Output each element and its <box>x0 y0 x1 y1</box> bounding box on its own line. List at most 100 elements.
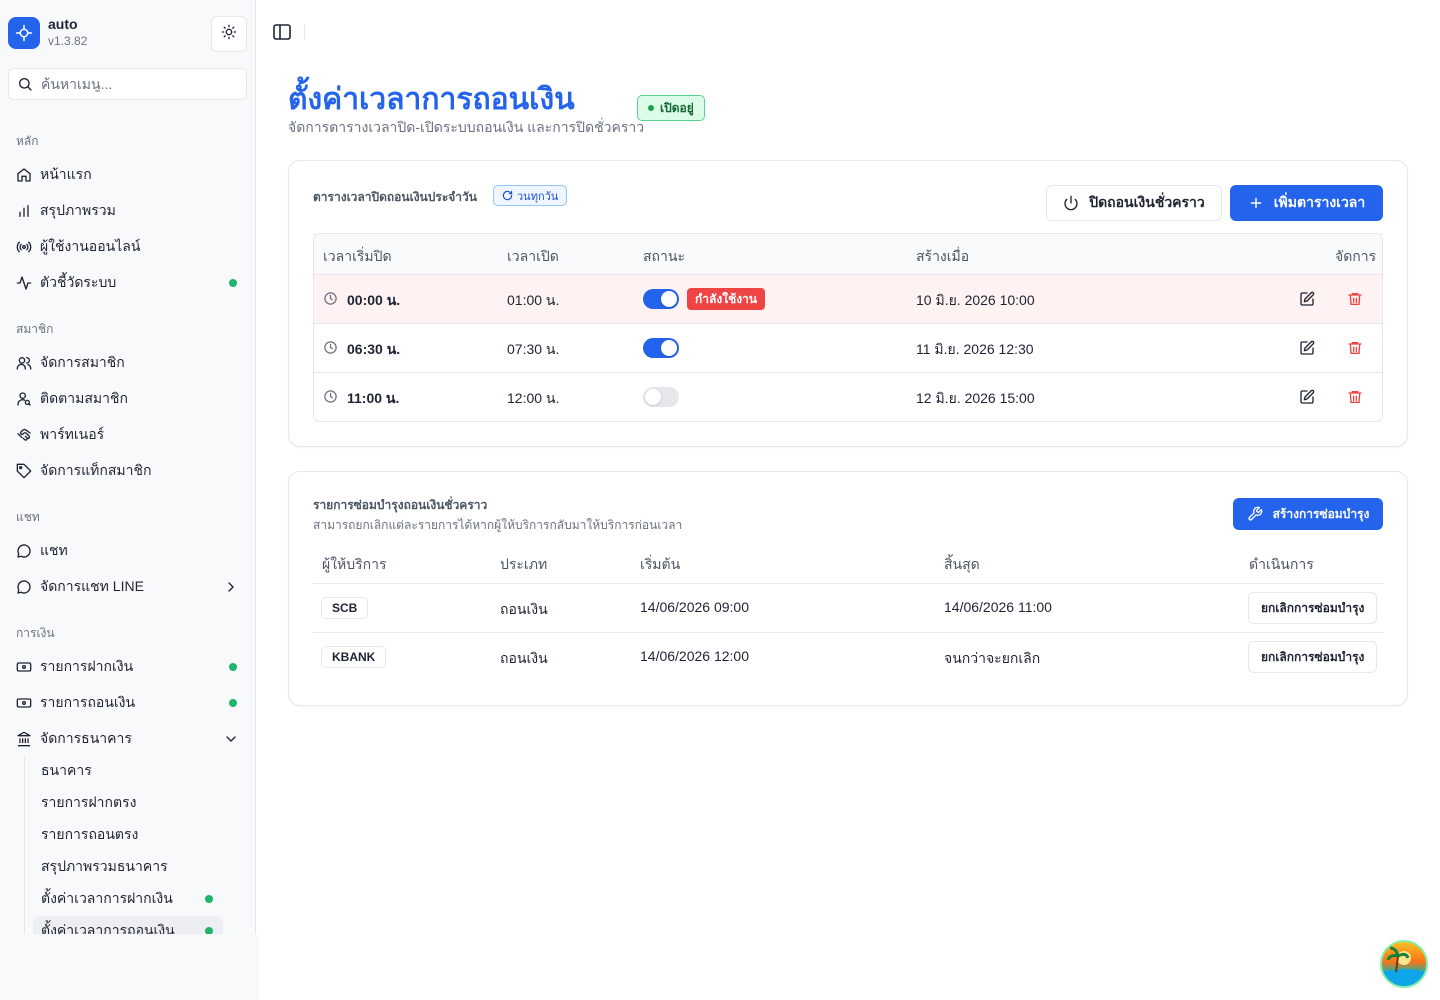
banknote-icon <box>16 659 32 675</box>
sidebar-item-label: รายการฝากเงิน <box>40 658 134 674</box>
radio-icon <box>16 239 32 255</box>
add-schedule-button[interactable]: เพิ่มตารางเวลา <box>1230 185 1383 221</box>
chevron-down-icon <box>223 731 239 747</box>
trash-icon[interactable] <box>1345 387 1365 407</box>
trash-icon[interactable] <box>1345 289 1365 309</box>
column-header: สถานะ <box>643 248 685 264</box>
schedule-card: ตารางเวลาปิดถอนเงินประจำวัน วนทุกวัน ปิด… <box>288 160 1408 447</box>
sidebar-item-line-chat[interactable]: จัดการแชท LINE <box>8 571 247 603</box>
sidebar-item-label: ตัวชี้วัดระบบ <box>40 274 117 290</box>
column-header: จัดการ <box>1335 248 1377 264</box>
sidebar-item-manage-banks[interactable]: จัดการธนาคาร <box>8 723 247 755</box>
clock-icon <box>323 291 338 309</box>
refresh-icon <box>502 190 513 201</box>
schedule-toggle[interactable] <box>643 289 679 309</box>
edit-icon[interactable] <box>1297 338 1317 358</box>
create-maintenance-label: สร้างการซ่อมบำรุง <box>1272 506 1370 521</box>
sidebar-subitem-label: รายการฝากตรง <box>41 794 137 810</box>
landmark-icon <box>16 731 32 747</box>
sidebar-subitem-bank-overview[interactable]: สรุปภาพรวมธนาคาร <box>33 852 223 882</box>
maintenance-card: รายการซ่อมบำรุงถอนเงินชั่วคราว สามารถยกเ… <box>288 471 1408 706</box>
sidebar-item-manage-members[interactable]: จัดการสมาชิก <box>8 347 247 379</box>
sidebar-item-track-members[interactable]: ติดตามสมาชิก <box>8 383 247 415</box>
clock-icon <box>323 389 338 407</box>
maintenance-type: ถอนเงิน <box>500 650 548 666</box>
sidebar-item-label: ผู้ใช้งานออนไลน์ <box>40 238 141 254</box>
sidebar-item-system-metrics[interactable]: ตัวชี้วัดระบบ <box>8 267 247 299</box>
cancel-maintenance-button[interactable]: ยกเลิกการซ่อมบำรุง <box>1248 641 1378 673</box>
sidebar-item-label: ติดตามสมาชิก <box>40 390 128 406</box>
sidebar-item-overview[interactable]: สรุปภาพรวม <box>8 195 247 227</box>
tag-icon <box>16 463 32 479</box>
schedule-table: เวลาเริ่มปิด เวลาเปิด สถานะ สร้างเมื่อ จ… <box>313 233 1383 422</box>
created-at: 10 มิ.ย. 2026 10:00 <box>916 292 1035 308</box>
sidebar-item-label: จัดการแท็กสมาชิก <box>40 462 152 478</box>
column-header: เวลาเปิด <box>507 248 559 264</box>
cancel-maintenance-button[interactable]: ยกเลิกการซ่อมบำรุง <box>1248 592 1378 624</box>
sidebar-item-label: แชท <box>40 542 68 558</box>
provider-chip: KBANK <box>321 646 387 668</box>
schedule-toggle[interactable] <box>643 338 679 358</box>
power-icon <box>1063 195 1079 211</box>
create-maintenance-button[interactable]: สร้างการซ่อมบำรุง <box>1233 498 1383 530</box>
theme-toggle-button[interactable] <box>211 16 247 52</box>
provider-chip: SCB <box>321 597 369 619</box>
app-version: v1.3.82 <box>48 34 88 48</box>
sidebar-item-member-tags[interactable]: จัดการแท็กสมาชิก <box>8 455 247 487</box>
nav-group-label-finance: การเงิน <box>16 626 55 640</box>
add-schedule-label: เพิ่มตารางเวลา <box>1273 194 1366 210</box>
table-row: SCB ถอนเงิน 14/06/2026 09:00 14/06/2026 … <box>313 584 1383 633</box>
sidebar-item-label: จัดการสมาชิก <box>40 354 125 370</box>
sidebar-item-label: หน้าแรก <box>40 166 92 182</box>
sidebar-subitem-deposit-time[interactable]: ตั้งค่าเวลาการฝากเงิน <box>33 884 223 914</box>
temp-close-button[interactable]: ปิดถอนเงินชั่วคราว <box>1046 185 1222 221</box>
schedule-toggle[interactable] <box>643 387 679 407</box>
menu-search-input[interactable] <box>41 76 231 92</box>
end-time: 07:30 น. <box>507 341 560 357</box>
edit-icon[interactable] <box>1297 289 1317 309</box>
end-time: 01:00 น. <box>507 292 560 308</box>
users-icon <box>16 355 32 371</box>
start-time: 00:00 น. <box>347 292 401 308</box>
sidebar-subitem-banks[interactable]: ธนาคาร <box>33 756 223 786</box>
sidebar-item-label: สรุปภาพรวม <box>40 202 116 218</box>
sidebar-item-label: พาร์ทเนอร์ <box>40 426 105 442</box>
status-dot <box>205 927 213 934</box>
sidebar-item-home[interactable]: หน้าแรก <box>8 159 247 191</box>
sidebar-subitem-direct-withdrawals[interactable]: รายการถอนตรง <box>33 820 223 850</box>
edit-icon[interactable] <box>1297 387 1317 407</box>
sidebar-item-label: จัดการธนาคาร <box>40 730 132 746</box>
sidebar-item-partners[interactable]: พาร์ทเนอร์ <box>8 419 247 451</box>
sidebar-item-deposits[interactable]: รายการฝากเงิน <box>8 651 247 683</box>
maintenance-title: รายการซ่อมบำรุงถอนเงินชั่วคราว <box>313 498 488 512</box>
bank-submenu: ธนาคาร รายการฝากตรง รายการถอนตรง สรุปภาพ… <box>24 756 224 934</box>
avatar[interactable] <box>1380 940 1428 988</box>
nav-group-label-main: หลัก <box>16 134 39 148</box>
message-circle-icon <box>16 543 32 559</box>
activity-icon <box>16 275 32 291</box>
sidebar-subitem-label: ตั้งค่าเวลาการถอนเงิน <box>41 922 175 934</box>
sidebar-subitem-withdraw-time[interactable]: ตั้งค่าเวลาการถอนเงิน <box>33 916 223 934</box>
status-dot <box>205 895 213 903</box>
end-time: 12:00 น. <box>507 390 560 406</box>
trash-icon[interactable] <box>1345 338 1365 358</box>
table-row: 06:30 น. 07:30 น. 11 มิ.ย. 2026 12:30 <box>314 324 1382 373</box>
sidebar-toggle-button[interactable] <box>271 22 293 42</box>
sidebar-item-online-users[interactable]: ผู้ใช้งานออนไลน์ <box>8 231 247 263</box>
app-logo-icon <box>8 16 40 49</box>
schedule-title: ตารางเวลาปิดถอนเงินประจำวัน <box>313 190 477 204</box>
sidebar-item-label: จัดการแชท LINE <box>40 578 144 594</box>
app-name: auto <box>48 16 78 32</box>
sidebar-subitem-direct-deposits[interactable]: รายการฝากตรง <box>33 788 223 818</box>
brand[interactable]: auto v1.3.82 <box>8 16 87 49</box>
column-header: สร้างเมื่อ <box>916 248 970 264</box>
user-search-icon <box>16 391 32 407</box>
maintenance-start: 14/06/2026 12:00 <box>640 648 749 664</box>
nav-group-label-members: สมาชิก <box>16 322 54 336</box>
menu-search[interactable] <box>8 68 247 100</box>
sidebar-item-withdrawals[interactable]: รายการถอนเงิน <box>8 687 247 719</box>
plus-icon <box>1248 195 1264 211</box>
maintenance-table: ผู้ให้บริการ ประเภท เริ่มต้น สิ้นสุด ดำเ… <box>313 544 1383 684</box>
sidebar-item-chat[interactable]: แชท <box>8 535 247 567</box>
column-header: เริ่มต้น <box>640 556 681 572</box>
